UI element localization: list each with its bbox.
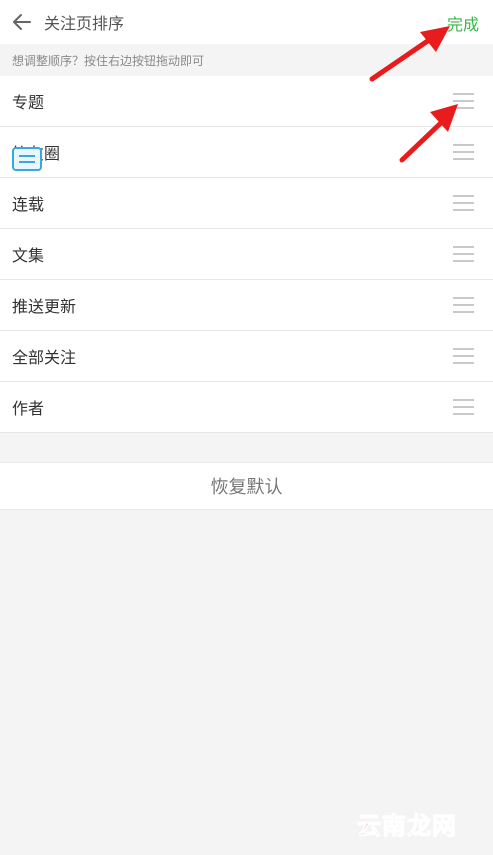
drag-handle-icon[interactable]: [453, 398, 474, 416]
instruction-hint: 想调整顺序？按住右边按钮拖动即可: [0, 44, 493, 76]
watermark-text: 云南龙网: [357, 812, 457, 841]
list-item-quanbu: 全部关注: [0, 331, 493, 382]
list-item-label: 简友圈: [12, 144, 61, 163]
list-item-label: 作者: [12, 399, 45, 418]
back-button[interactable]: [4, 4, 40, 40]
list-item-zhuanti: 专题: [0, 76, 493, 127]
hint-text: 想调整顺序？按住右边按钮拖动即可: [12, 53, 205, 68]
list-item-label: 全部关注: [12, 348, 77, 367]
arrow-left-icon: [13, 14, 31, 30]
list-item-tuisong: 推送更新: [0, 280, 493, 331]
restore-default-button[interactable]: 恢复默认: [0, 462, 493, 510]
drag-handle-icon[interactable]: [453, 245, 474, 263]
drag-handle-icon[interactable]: [453, 296, 474, 314]
list-item-label: 推送更新: [12, 297, 77, 316]
list-item-jianyouquan: 简友圈: [0, 127, 493, 178]
top-bar: 关注页排序 完成: [0, 0, 493, 44]
list-item-lianzai: 连载: [0, 178, 493, 229]
page-title: 关注页排序: [44, 14, 125, 33]
sort-list: 专题 简友圈 连载 文集 推送更新 全部关注 作者: [0, 76, 493, 433]
list-item-zuozhe: 作者: [0, 382, 493, 433]
list-item-label: 连载: [12, 195, 45, 214]
drag-handle-icon[interactable]: [453, 194, 474, 212]
list-item-wenji: 文集: [0, 229, 493, 280]
restore-default-label: 恢复默认: [210, 477, 283, 498]
drag-handle-icon[interactable]: [453, 347, 474, 365]
drag-handle-icon[interactable]: [453, 92, 474, 110]
list-item-label: 专题: [12, 93, 45, 112]
list-item-label: 文集: [12, 246, 45, 265]
done-button[interactable]: 完成: [447, 11, 479, 35]
drag-handle-icon[interactable]: [453, 143, 474, 161]
